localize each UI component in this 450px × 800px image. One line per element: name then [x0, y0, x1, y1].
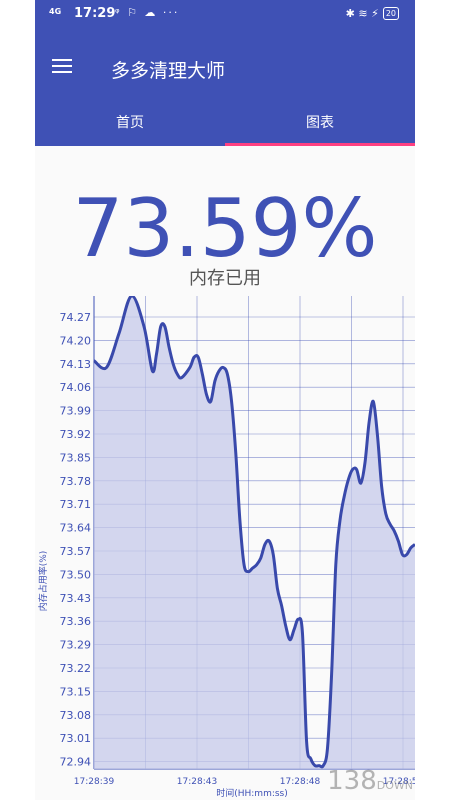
y-axis-ticks: 74.27 74.20 74.13 74.06 73.99 73.92 73.85 73.78… — [60, 311, 92, 769]
y-tick-label: 73.92 — [60, 428, 92, 441]
y-tick-label: 74.13 — [60, 358, 92, 371]
hamburger-menu-icon[interactable] — [52, 57, 74, 75]
site-watermark: 138DOWN — [327, 766, 413, 796]
y-tick-label: 73.08 — [60, 709, 92, 722]
memory-percent-label: 内存已用 — [189, 268, 261, 289]
status-time: 17:29 — [74, 6, 116, 21]
y-tick-label: 73.36 — [60, 615, 92, 628]
chart-page: 73.59% 内存已用 74.27 74.20 74.13 74.06 73.99 73.… — [35, 146, 415, 800]
y-tick-label: 73.85 — [60, 451, 92, 464]
y-tick-label: 74.06 — [60, 381, 92, 394]
y-tick-label: 73.29 — [60, 639, 92, 652]
x-axis-label: 时间(HH:mm:ss) — [216, 787, 288, 799]
watermark-text: 138 — [327, 766, 377, 796]
y-tick-label: 73.64 — [60, 522, 92, 535]
watermark-sub: DOWN — [376, 779, 413, 792]
y-tick-label: 73.50 — [60, 568, 92, 581]
y-tick-label: 73.57 — [60, 545, 92, 558]
memory-chart: 74.27 74.20 74.13 74.06 73.99 73.92 73.85 73.78… — [37, 296, 415, 799]
y-tick-label: 73.78 — [60, 475, 92, 488]
app-title: 多多清理大师 — [111, 60, 226, 82]
status-right: ✱ ≋ ⚡ 20 — [346, 7, 399, 20]
battery-icon: 20 — [382, 7, 399, 20]
y-tick-label: 73.71 — [60, 498, 92, 511]
y-tick-label: 74.27 — [60, 311, 92, 324]
y-axis-label: 内存占用率(%) — [37, 551, 49, 612]
tab-home[interactable]: 首页 — [35, 106, 225, 146]
bluetooth-wifi-icon: ✱ ≋ ⚡ — [345, 7, 379, 20]
y-tick-label: 73.99 — [60, 405, 92, 418]
memory-percent: 73.59% — [72, 182, 378, 275]
notification-icons: ᵠ ⚐ ☁ ··· — [115, 6, 180, 19]
chart-area-fill — [94, 296, 415, 769]
y-tick-label: 73.01 — [60, 732, 92, 745]
app-bar: 多多清理大师 — [35, 30, 415, 106]
y-tick-label: 73.22 — [60, 662, 92, 675]
x-tick-label: 17:28:48 — [280, 777, 321, 787]
status-bar: 4G 17:29 ᵠ ⚐ ☁ ··· ✱ ≋ ⚡ 20 — [35, 0, 415, 30]
y-tick-label: 74.20 — [60, 334, 92, 347]
tab-bar: 首页 图表 — [35, 106, 415, 146]
x-tick-label: 17:28:39 — [74, 777, 115, 787]
y-tick-label: 73.15 — [60, 685, 92, 698]
signal-icon: 4G — [49, 7, 62, 16]
y-tick-label: 72.94 — [60, 756, 92, 769]
y-tick-label: 73.43 — [60, 592, 92, 605]
x-tick-label: 17:28:43 — [177, 777, 217, 787]
tab-chart[interactable]: 图表 — [225, 106, 415, 146]
